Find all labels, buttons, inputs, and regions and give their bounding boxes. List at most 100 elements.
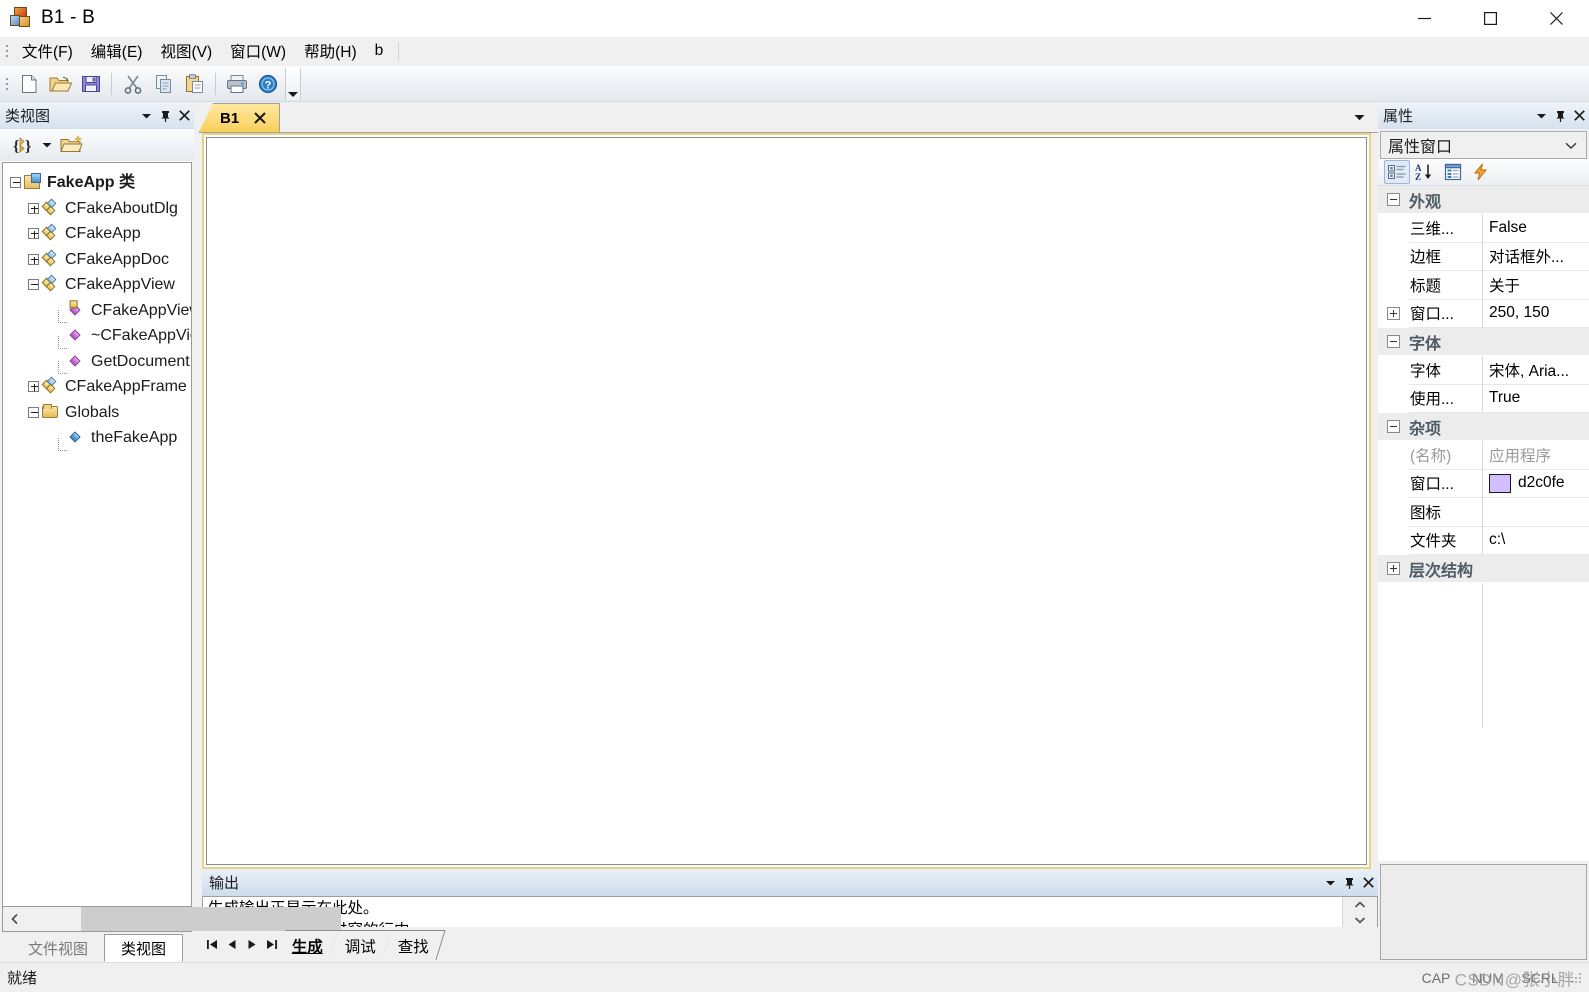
tree-item-fakeapp-classes[interactable]: FakeApp 类 xyxy=(3,170,191,196)
property-value[interactable] xyxy=(1483,498,1589,527)
output-body[interactable]: 生成输出正显示在此处。 输出不显示在列宽过窄的行中 xyxy=(202,896,1378,927)
resize-grip[interactable] xyxy=(1566,968,1586,988)
properties-group-font[interactable]: 字体 xyxy=(1378,328,1589,356)
property-value[interactable]: 应用程序 xyxy=(1483,441,1589,470)
new-button[interactable] xyxy=(13,69,44,99)
property-value[interactable]: True xyxy=(1483,385,1589,413)
print-button[interactable] xyxy=(221,69,252,99)
output-close-button[interactable] xyxy=(1359,872,1378,893)
scroll-down-button[interactable] xyxy=(1343,912,1377,927)
menu-window[interactable]: 窗口(W) xyxy=(221,37,295,65)
tree-item-cfakeappframe[interactable]: CFakeAppFrame xyxy=(3,374,191,400)
output-vertical-scrollbar[interactable] xyxy=(1342,897,1377,927)
expander-toggle[interactable] xyxy=(1387,335,1400,348)
tree-item-getdocument[interactable]: GetDocument xyxy=(3,349,191,375)
document-tab-close-button[interactable] xyxy=(252,111,267,126)
property-row-border[interactable]: 边框 对话框外... xyxy=(1378,242,1589,271)
class-view-menu-button[interactable] xyxy=(137,105,156,126)
property-row-3d[interactable]: 三维... False xyxy=(1378,214,1589,243)
expander-toggle[interactable] xyxy=(27,279,39,291)
paste-button[interactable] xyxy=(179,69,210,99)
property-value[interactable]: 关于 xyxy=(1483,271,1589,300)
output-pin-button[interactable] xyxy=(1340,872,1359,893)
properties-group-hierarchy[interactable]: 层次结构 xyxy=(1378,555,1589,583)
property-row-icon[interactable]: 图标 xyxy=(1378,498,1589,527)
expander-toggle[interactable] xyxy=(27,381,39,393)
tree-item-thefakeapp[interactable]: theFakeApp xyxy=(3,425,191,451)
property-row-caption[interactable]: 标题 关于 xyxy=(1378,271,1589,300)
toolbar-overflow-button[interactable] xyxy=(285,67,301,100)
open-button[interactable] xyxy=(44,69,75,99)
output-prev-button[interactable] xyxy=(222,932,242,958)
property-value[interactable]: 对话框外... xyxy=(1483,243,1589,271)
minimize-button[interactable] xyxy=(1391,0,1457,37)
tab-file-view[interactable]: 文件视图 xyxy=(12,934,105,962)
close-button[interactable] xyxy=(1523,0,1589,37)
toolbar-grip[interactable] xyxy=(3,73,11,95)
property-row-window-size[interactable]: 窗口... 250, 150 xyxy=(1378,299,1589,328)
menu-b[interactable]: b xyxy=(366,39,393,63)
expander-toggle[interactable] xyxy=(1387,193,1400,206)
expander-toggle[interactable] xyxy=(1387,307,1400,321)
tree-item-cfakeappdoc[interactable]: CFakeAppDoc xyxy=(3,247,191,273)
properties-pages-button[interactable] xyxy=(1440,160,1466,184)
tab-class-view[interactable]: 类视图 xyxy=(104,934,184,962)
scroll-up-button[interactable] xyxy=(1343,897,1377,912)
expander-toggle[interactable] xyxy=(27,228,39,240)
expander-toggle[interactable] xyxy=(27,253,39,265)
menu-grip[interactable] xyxy=(3,40,11,62)
property-row-folder[interactable]: 文件夹 c:\ xyxy=(1378,526,1589,555)
class-view-pin-button[interactable] xyxy=(156,105,175,126)
output-tab-find[interactable]: 查找 xyxy=(382,929,446,960)
document-tab-b1[interactable]: B1 xyxy=(199,103,281,132)
editor-canvas[interactable] xyxy=(207,138,1366,864)
scroll-track[interactable] xyxy=(25,907,341,931)
properties-close-button[interactable] xyxy=(1570,105,1589,126)
class-view-sort-dropdown[interactable] xyxy=(38,132,56,159)
expander-toggle[interactable] xyxy=(27,202,39,214)
property-row-use-font[interactable]: 使用... True xyxy=(1378,384,1589,413)
property-row-name[interactable]: (名称) 应用程序 xyxy=(1378,441,1589,470)
property-value[interactable]: False xyxy=(1483,214,1589,243)
expander-toggle[interactable] xyxy=(9,177,21,189)
tree-item-globals[interactable]: Globals xyxy=(3,400,191,426)
output-first-button[interactable] xyxy=(202,932,222,958)
output-next-button[interactable] xyxy=(242,932,262,958)
menu-file[interactable]: 文件(F) xyxy=(13,37,82,65)
scroll-left-button[interactable] xyxy=(3,907,25,931)
properties-grid[interactable]: 外观 三维... False 边框 对话框外... 标题 关于 窗口... 25… xyxy=(1378,186,1589,861)
document-tabs-dropdown-button[interactable] xyxy=(1350,110,1368,124)
properties-pin-button[interactable] xyxy=(1551,105,1570,126)
properties-events-button[interactable] xyxy=(1468,160,1494,184)
property-row-window-color[interactable]: 窗口... d2c0fe xyxy=(1378,469,1589,498)
help-button[interactable]: ? xyxy=(252,69,283,99)
properties-alphabetical-button[interactable]: A Z xyxy=(1412,160,1438,184)
maximize-button[interactable] xyxy=(1457,0,1523,37)
properties-object-selector[interactable]: 属性窗口 xyxy=(1380,131,1587,159)
properties-categorized-button[interactable] xyxy=(1384,160,1410,184)
property-value-with-swatch[interactable]: d2c0fe xyxy=(1483,470,1589,498)
menu-edit[interactable]: 编辑(E) xyxy=(82,37,152,65)
class-view-sort-button[interactable]: { } xyxy=(8,132,38,159)
save-button[interactable] xyxy=(75,69,106,99)
tree-item-cfakeappview-ctor[interactable]: CFakeAppView xyxy=(3,298,191,324)
cut-button[interactable] xyxy=(117,69,148,99)
tree-item-cfakeaboutdlg[interactable]: CFakeAboutDlg xyxy=(3,196,191,222)
property-value[interactable]: c:\ xyxy=(1483,527,1589,555)
property-value[interactable]: 宋体, Aria... xyxy=(1483,356,1589,385)
tree-item-cfakeappview-dtor[interactable]: ~CFakeAppView xyxy=(3,323,191,349)
expander-toggle[interactable] xyxy=(27,406,39,418)
properties-group-misc[interactable]: 杂项 xyxy=(1378,413,1589,441)
scroll-thumb[interactable] xyxy=(81,907,341,931)
expander-toggle[interactable] xyxy=(1387,562,1400,575)
class-view-new-folder-button[interactable] xyxy=(56,132,88,159)
output-menu-button[interactable] xyxy=(1321,872,1340,893)
properties-menu-button[interactable] xyxy=(1532,105,1551,126)
properties-group-appearance[interactable]: 外观 xyxy=(1378,186,1589,214)
property-value[interactable]: 250, 150 xyxy=(1483,300,1589,328)
property-row-font[interactable]: 字体 宋体, Aria... xyxy=(1378,356,1589,385)
tree-item-cfakeapp[interactable]: CFakeApp xyxy=(3,221,191,247)
tree-item-cfakeappview[interactable]: CFakeAppView xyxy=(3,272,191,298)
copy-button[interactable] xyxy=(148,69,179,99)
menu-help[interactable]: 帮助(H) xyxy=(295,37,366,65)
